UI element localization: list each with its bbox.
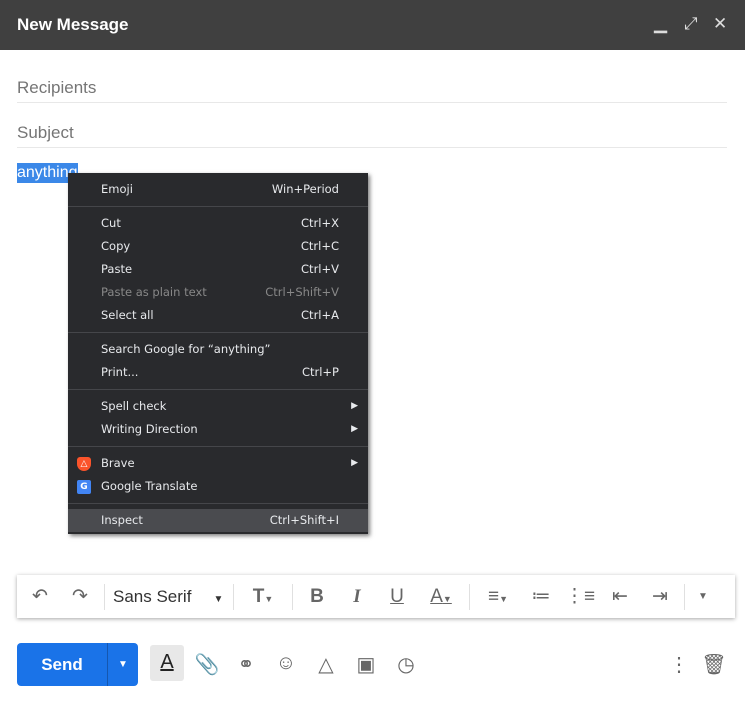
menu-item-search-google[interactable]: Search Google for “anything”: [68, 338, 368, 361]
menu-shortcut: Ctrl+Shift+V: [265, 285, 339, 299]
menu-label: Paste as plain text: [101, 285, 207, 299]
toolbar-divider: [292, 583, 293, 610]
more-formatting-icon[interactable]: ▼: [689, 591, 717, 602]
formatting-toolbar: ↶ ↷ Sans Serif ▼ T▼ B I U A▼ ≡▼ ≔ ⋮≡ ⇤ ⇥ …: [17, 575, 735, 618]
insert-link-icon[interactable]: ⚭: [233, 652, 259, 677]
menu-shortcut: Ctrl+Shift+I: [269, 513, 339, 527]
font-size-icon[interactable]: T▼: [238, 586, 288, 608]
menu-shortcut: Ctrl+A: [301, 308, 339, 322]
window-title: New Message: [17, 15, 129, 34]
menu-divider: [68, 332, 368, 333]
menu-shortcut: Ctrl+P: [301, 365, 339, 379]
subject-field[interactable]: Subject: [17, 103, 727, 148]
menu-label: Inspect: [101, 513, 143, 527]
context-menu: Emoji Win+Period Cut Ctrl+X Copy Ctrl+C Pas…: [68, 173, 368, 534]
submenu-arrow-icon: ▶: [351, 458, 358, 468]
menu-item-paste-plain: Paste as plain text Ctrl+Shift+V: [68, 281, 368, 304]
menu-label: Emoji: [101, 182, 133, 196]
menu-label: Brave: [101, 456, 135, 470]
toolbar-divider: [233, 583, 234, 610]
send-options-dropdown[interactable]: ▼: [107, 643, 138, 686]
toolbar-divider: [684, 583, 685, 610]
menu-divider: [68, 446, 368, 447]
menu-label: Search Google for “anything”: [101, 342, 271, 356]
menu-divider: [68, 206, 368, 207]
menu-label: Spell check: [101, 399, 167, 413]
chevron-down-icon: ▼: [213, 593, 224, 605]
menu-shortcut: Ctrl+X: [301, 216, 339, 230]
menu-item-emoji[interactable]: Emoji Win+Period: [68, 178, 368, 201]
menu-divider: [68, 389, 368, 390]
discard-draft-icon[interactable]: 🗑: [701, 652, 727, 677]
send-label: Send: [41, 655, 83, 674]
insert-photo-icon[interactable]: ▣: [353, 652, 379, 677]
menu-item-writing-direction[interactable]: Writing Direction ▶: [68, 418, 368, 441]
attach-file-icon[interactable]: 📎: [194, 652, 220, 677]
compose-header: New Message ▁ ⤢ ✕: [0, 0, 745, 50]
menu-label: Cut: [101, 216, 121, 230]
menu-item-select-all[interactable]: Select all Ctrl+A: [68, 304, 368, 327]
text-color-icon[interactable]: A▼: [417, 586, 465, 608]
minimize-icon[interactable]: ▁: [654, 14, 667, 34]
formatting-options-icon[interactable]: A: [150, 645, 184, 681]
confidential-mode-icon[interactable]: ◷: [393, 652, 419, 677]
toolbar-divider: [469, 583, 470, 610]
toolbar-divider: [104, 583, 105, 610]
numbered-list-icon[interactable]: ≔: [522, 585, 560, 608]
menu-divider: [68, 503, 368, 504]
brave-icon: △: [77, 457, 91, 471]
menu-label: Select all: [101, 308, 154, 322]
menu-label: Copy: [101, 239, 131, 253]
font-name: Sans Serif: [113, 586, 192, 606]
indent-more-icon[interactable]: ⇥: [640, 585, 680, 608]
menu-item-print[interactable]: Print... Ctrl+P: [68, 361, 368, 384]
menu-label: Print...: [101, 365, 139, 379]
menu-item-spell-check[interactable]: Spell check ▶: [68, 395, 368, 418]
menu-shortcut: Ctrl+C: [300, 239, 339, 253]
send-button[interactable]: Send ▼: [17, 643, 138, 686]
menu-item-paste[interactable]: Paste Ctrl+V: [68, 258, 368, 281]
italic-icon[interactable]: I: [337, 586, 377, 608]
menu-shortcut: Ctrl+V: [301, 262, 339, 276]
menu-item-brave[interactable]: △ Brave ▶: [68, 452, 368, 475]
menu-item-copy[interactable]: Copy Ctrl+C: [68, 235, 368, 258]
redo-icon[interactable]: ↷: [60, 585, 100, 608]
undo-icon[interactable]: ↶: [20, 585, 60, 608]
google-drive-icon[interactable]: △: [313, 652, 339, 677]
menu-item-google-translate[interactable]: G Google Translate: [68, 475, 368, 498]
submenu-arrow-icon: ▶: [351, 401, 358, 411]
menu-label: Google Translate: [101, 479, 198, 493]
expand-icon[interactable]: ⤢: [684, 14, 698, 34]
underline-icon[interactable]: U: [377, 586, 417, 608]
submenu-arrow-icon: ▶: [351, 424, 358, 434]
font-family-select[interactable]: Sans Serif ▼: [109, 587, 229, 607]
menu-item-inspect[interactable]: Inspect Ctrl+Shift+I: [68, 509, 368, 532]
bulleted-list-icon[interactable]: ⋮≡: [560, 585, 600, 608]
align-icon[interactable]: ≡▼: [474, 586, 522, 608]
more-options-icon[interactable]: ⋮: [666, 652, 692, 677]
recipients-field[interactable]: Recipients: [17, 58, 727, 103]
menu-shortcut: Win+Period: [271, 182, 339, 196]
bold-icon[interactable]: B: [297, 586, 337, 608]
menu-item-cut[interactable]: Cut Ctrl+X: [68, 212, 368, 235]
close-icon[interactable]: ✕: [713, 14, 727, 34]
menu-label: Writing Direction: [101, 422, 198, 436]
menu-label: Paste: [101, 262, 133, 276]
google-translate-icon: G: [77, 480, 91, 494]
indent-less-icon[interactable]: ⇤: [600, 585, 640, 608]
insert-emoji-icon[interactable]: ☺: [273, 652, 299, 675]
